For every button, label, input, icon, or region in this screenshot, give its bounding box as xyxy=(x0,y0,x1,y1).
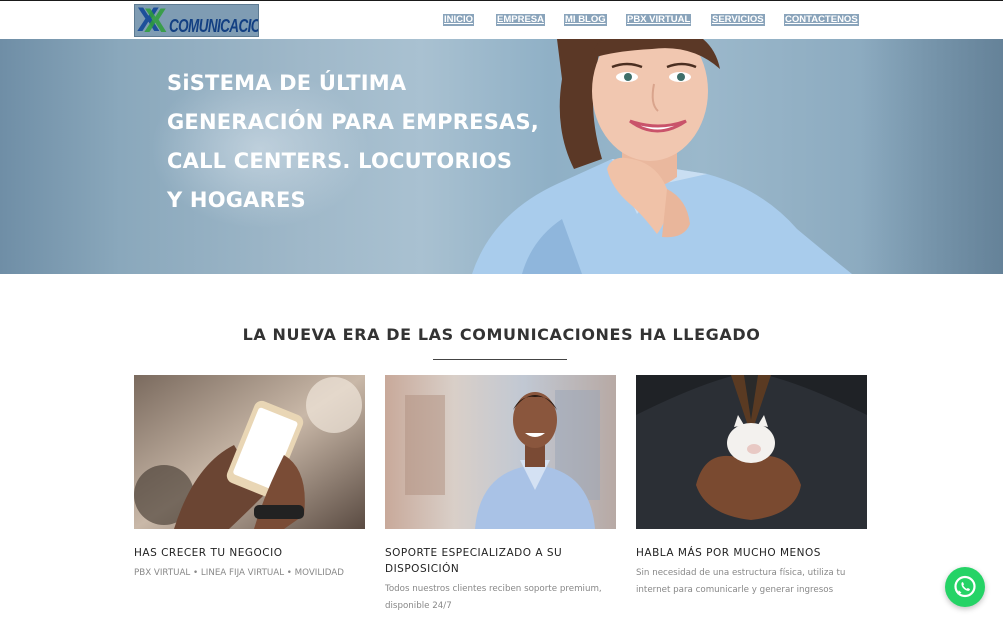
feature-card-support[interactable]: SOPORTE ESPECIALIZADO A SU DISPOSICIÓN T… xyxy=(385,375,616,615)
nav-pbx-virtual[interactable]: PBX VIRTUAL xyxy=(626,14,692,26)
nav-servicios[interactable]: SERVICIOS xyxy=(711,14,765,26)
card-text: Sin necesidad de una estructura física, … xyxy=(636,568,846,595)
card-title: SOPORTE ESPECIALIZADO A SU DISPOSICIÓN xyxy=(385,547,563,575)
hero-headline: SiSTEMA DE ÚLTIMA GENERACIÓN PARA EMPRES… xyxy=(167,64,547,220)
card-text: PBX VIRTUAL • LINEA FIJA VIRTUAL • MOVIL… xyxy=(134,568,344,578)
card-title: HAS CRECER TU NEGOCIO xyxy=(134,547,283,559)
feature-card-grow-business[interactable]: HAS CRECER TU NEGOCIO PBX VIRTUAL • LINE… xyxy=(134,375,365,582)
nav-mi-blog[interactable]: MI BLOG xyxy=(564,14,607,26)
hero-line-1: SiSTEMA DE ÚLTIMA xyxy=(167,71,407,95)
card-image-support-man xyxy=(385,375,616,529)
hero-line-3: CALL CENTERS. LOCUTORIOS xyxy=(167,149,513,173)
section-title: LA NUEVA ERA DE LAS COMUNICACIONES HA LL… xyxy=(242,325,761,344)
nav-inicio[interactable]: INICIO xyxy=(443,14,475,26)
card-text: Todos nuestros clientes reciben soporte … xyxy=(385,584,602,611)
hero-background-shade xyxy=(860,39,1003,274)
feature-card-save-more[interactable]: HABLA MÁS POR MUCHO MENOS Sin necesidad … xyxy=(636,375,867,599)
hero-banner: SiSTEMA DE ÚLTIMA GENERACIÓN PARA EMPRES… xyxy=(0,39,1003,274)
main-nav: INICIO EMPRESA MI BLOG PBX VIRTUAL SERVI… xyxy=(0,14,1003,28)
whatsapp-chat-button[interactable] xyxy=(945,567,985,607)
card-title: HABLA MÁS POR MUCHO MENOS xyxy=(636,547,821,559)
nav-empresa[interactable]: EMPRESA xyxy=(496,14,545,26)
card-image-piggy-bank xyxy=(636,375,867,529)
whatsapp-icon xyxy=(954,575,976,598)
nav-contactenos[interactable]: CONTACTENOS xyxy=(784,14,859,26)
section-divider xyxy=(433,359,567,360)
hero-line-4: Y HOGARES xyxy=(167,188,306,212)
card-image-smartphone xyxy=(134,375,365,529)
site-header: X X COMUNICACIONES INICIO EMPRESA MI BLO… xyxy=(0,1,1003,39)
hero-line-2: GENERACIÓN PARA EMPRESAS, xyxy=(167,110,539,134)
